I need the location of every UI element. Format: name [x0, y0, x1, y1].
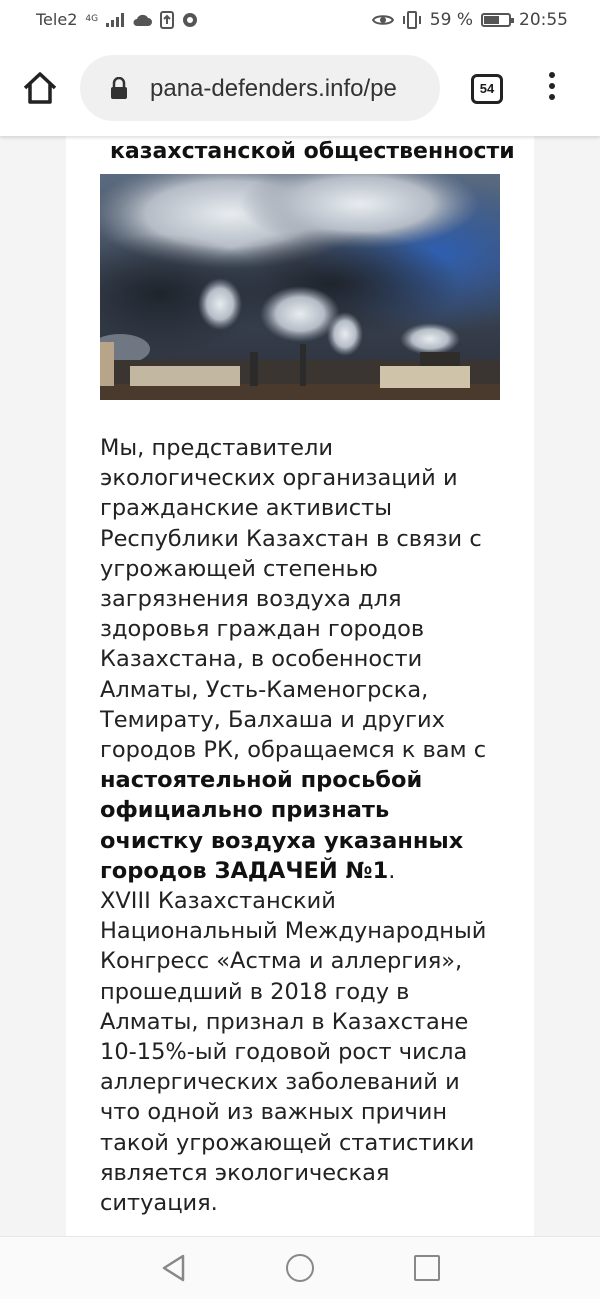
paragraph-end: .: [388, 857, 396, 884]
carrier-label: Tele2: [36, 10, 78, 29]
recent-apps-square-icon[interactable]: [414, 1255, 440, 1281]
article-card: казахстанской общественности Мы, предста…: [66, 136, 534, 1236]
signal-icon: [106, 12, 125, 27]
cloud-icon: [133, 14, 153, 26]
article-heading: казахстанской общественности: [110, 139, 515, 164]
paragraph-bold-request: настоятельной просьбой официально призна…: [100, 767, 464, 884]
home-circle-icon[interactable]: [286, 1254, 314, 1282]
back-triangle-icon[interactable]: [160, 1253, 186, 1283]
clock: 20:55: [519, 10, 568, 30]
status-bar: Tele2 4G 59 % 20:55: [0, 0, 600, 44]
vibrate-icon: [402, 11, 421, 29]
status-right: 59 % 20:55: [371, 10, 568, 30]
upload-icon: [160, 10, 175, 29]
industrial-smoke-photo: [100, 174, 500, 400]
network-type: 4G: [85, 14, 99, 24]
home-icon[interactable]: [20, 68, 60, 108]
navigation-bar: [0, 1236, 600, 1299]
url-text: pana-defenders.info/pe: [150, 75, 397, 102]
chrome-icon: [183, 12, 198, 27]
paragraph-intro: Мы, представители экологических организа…: [100, 435, 487, 764]
browser-toolbar: pana-defenders.info/pe 54: [0, 44, 600, 136]
tab-switcher-button[interactable]: 54: [471, 74, 503, 104]
eye-icon: [371, 15, 394, 25]
status-left: Tele2 4G: [36, 10, 198, 29]
paragraph-congress: XVIII Казахстанский Национальный Междуна…: [100, 888, 487, 1217]
battery-percent: 59 %: [429, 10, 473, 30]
address-bar[interactable]: pana-defenders.info/pe: [80, 55, 440, 121]
battery-icon: [481, 13, 514, 27]
article-body: Мы, представители экологических организа…: [100, 433, 500, 1218]
lock-icon: [111, 77, 127, 99]
overflow-menu-icon[interactable]: [545, 72, 559, 106]
